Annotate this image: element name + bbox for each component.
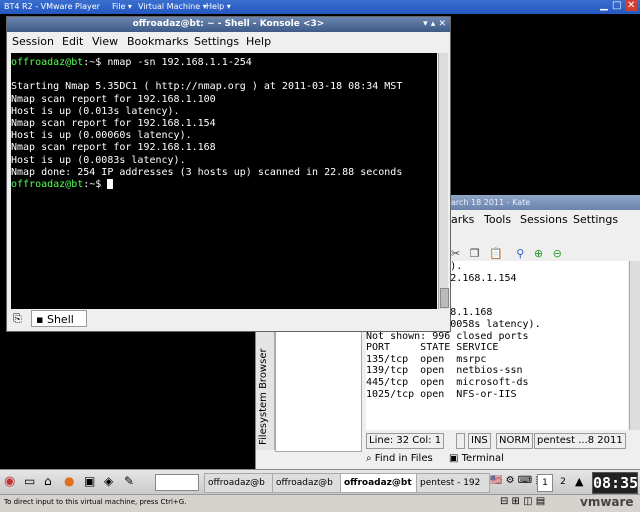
vmware-title: BT4 R2 - VMware Player xyxy=(4,2,100,11)
menu-help[interactable]: Help xyxy=(246,35,271,48)
pager-desktop-2[interactable]: 2 xyxy=(556,474,570,490)
konsole-scrollbar[interactable] xyxy=(438,53,449,309)
terminal-icon: ▣ xyxy=(449,453,459,464)
terminal-line: Nmap done: 254 IP addresses (3 hosts up)… xyxy=(11,166,403,178)
editor-line: Not shown: 996 closed ports xyxy=(366,330,529,342)
taskbar: ◉ ▭ ⌂ ● ▣ ◈ ✎ offroadaz@b offroadaz@b of… xyxy=(0,469,640,495)
input-mode: NORM xyxy=(496,433,533,449)
insert-mode: INS xyxy=(468,433,491,449)
scroll-thumb[interactable] xyxy=(440,288,449,308)
task-konsole-2[interactable]: offroadaz@b xyxy=(272,473,342,493)
menu-edit[interactable]: Edit xyxy=(62,35,83,48)
vmware-statusbar: To direct input to this virtual machine,… xyxy=(0,494,640,512)
menu-virtual-machine[interactable]: Virtual Machine ▾ xyxy=(138,2,207,11)
editor-line: PORT STATE SERVICE xyxy=(366,342,499,354)
paste-icon[interactable]: 📋 xyxy=(489,247,503,260)
menu-view[interactable]: View xyxy=(92,35,118,48)
search-icon[interactable]: ⚲ xyxy=(516,247,524,260)
tab-terminal-label: Terminal xyxy=(461,453,504,464)
firefox-icon[interactable]: ● xyxy=(64,474,74,488)
terminal-line: Nmap scan report for 192.168.1.100 xyxy=(11,93,216,105)
prompt-suffix: :~$ xyxy=(83,178,108,190)
input-hint: To direct input to this virtual machine,… xyxy=(4,498,187,506)
konsole-tabbar: ⎘ ▪ Shell xyxy=(11,310,447,328)
clock[interactable]: 08:35 xyxy=(592,472,638,494)
terminal-icon: ▪ xyxy=(36,313,44,326)
command: :~$ nmap -sn 192.168.1.1-254 xyxy=(83,57,252,68)
window-controls[interactable]: ▾ ▴ ✕ xyxy=(423,17,446,32)
cursor-position: Line: 32 Col: 1 xyxy=(366,433,445,449)
terminal-line: offroadaz@bt:~$ nmap -sn 192.168.1.1-254 xyxy=(11,57,437,69)
kde-menu-icon[interactable]: ◉ xyxy=(4,474,15,489)
kate-scrollbar[interactable] xyxy=(629,261,640,430)
tab-shell[interactable]: ▪ Shell xyxy=(31,310,87,327)
cut-icon[interactable]: ✂ xyxy=(451,247,460,260)
konsole-titlebar: offroadaz@bt: ~ - Shell - Konsole <3> ▾ … xyxy=(7,17,450,32)
status-spacer xyxy=(456,433,466,449)
task-konsole-active[interactable]: offroadaz@bt xyxy=(340,473,418,493)
filesystem-browser-tab[interactable]: Filesystem Browser xyxy=(256,330,275,450)
tab-find-in-files[interactable]: ⌕ Find in Files xyxy=(366,453,433,464)
taskbar-input[interactable] xyxy=(155,474,199,491)
konsole-window: offroadaz@bt: ~ - Shell - Konsole <3> ▾ … xyxy=(6,16,451,332)
maximize-button[interactable]: □ xyxy=(612,0,621,11)
tab-find-label: Find in Files xyxy=(374,453,433,464)
cursor xyxy=(107,178,114,189)
filesystem-browser-label: Filesystem Browser xyxy=(258,348,269,445)
pager-desktop-1[interactable]: 1 xyxy=(537,474,553,492)
close-button[interactable]: ✕ xyxy=(625,0,638,11)
terminal-line: Host is up (0.0083s latency). xyxy=(11,154,186,166)
menu-bookmarks[interactable]: Bookmarks xyxy=(127,35,188,48)
editor-line: 139/tcp open netbios-ssn xyxy=(366,365,523,377)
kate-menu-tools[interactable]: Tools xyxy=(484,213,511,226)
kate-toolbar: ✂ ❐ 📋 ⚲ ⊕ ⊖ xyxy=(451,247,636,261)
prompt-user: offroadaz@bt xyxy=(11,57,84,68)
kate-statusbar: Line: 32 Col: 1 INS NORM pentest ...8 20… xyxy=(364,433,640,449)
editor-line: 445/tcp open microsoft-ds xyxy=(366,376,529,388)
terminal-line: Nmap scan report for 192.168.1.154 xyxy=(11,117,216,129)
kate-launcher-icon[interactable]: ✎ xyxy=(124,474,134,488)
editor-line: 135/tcp open msrpc xyxy=(366,353,487,365)
terminal-line: Host is up (0.013s latency). xyxy=(11,105,180,117)
tab-shell-label: Shell xyxy=(46,313,74,326)
kate-menu-settings[interactable]: Settings xyxy=(573,213,618,226)
tab-terminal[interactable]: ▣ Terminal xyxy=(449,453,504,464)
zoom-in-icon[interactable]: ⊕ xyxy=(534,247,543,260)
prompt-user: offroadaz@bt xyxy=(11,178,84,190)
kate-bottom-tabs: ⌕ Find in Files ▣ Terminal xyxy=(364,452,640,468)
menu-file[interactable]: File ▾ xyxy=(112,2,132,11)
menu-help[interactable]: Help ▾ xyxy=(206,2,231,11)
kate-menu-bookmarks[interactable]: arks xyxy=(451,213,474,226)
menu-session[interactable]: Session xyxy=(12,35,54,48)
notifications-icon[interactable]: ▲ xyxy=(575,475,583,488)
new-tab-icon[interactable]: ⎘ xyxy=(13,312,22,326)
home-icon[interactable]: ⌂ xyxy=(44,474,52,488)
terminal-launcher-icon[interactable]: ▣ xyxy=(84,474,95,488)
filesystem-browser-panel xyxy=(275,330,362,452)
device-icons[interactable]: ⊟ ⊞ ◫ ▤ xyxy=(500,496,545,507)
editor-line: 1025/tcp open NFS-or-IIS xyxy=(366,388,517,400)
terminal-line: offroadaz@bt:~$ xyxy=(11,178,437,191)
terminal-line: Starting Nmap 5.35DC1 ( http://nmap.org … xyxy=(11,81,403,93)
menu-settings[interactable]: Settings xyxy=(194,35,239,48)
desktop-icon[interactable]: ▭ xyxy=(24,474,35,488)
zoom-out-icon[interactable]: ⊖ xyxy=(553,247,562,260)
terminal-line: Host is up (0.00060s latency). xyxy=(11,130,192,142)
task-kate[interactable]: pentest - 192 xyxy=(416,473,490,493)
konsole-menubar: Session Edit View Bookmarks Settings Hel… xyxy=(7,32,450,52)
kate-menu-sessions[interactable]: Sessions xyxy=(520,213,568,226)
konsole-title: offroadaz@bt: ~ - Shell - Konsole <3> xyxy=(132,19,325,29)
vmware-titlebar: BT4 R2 - VMware Player File ▾ Virtual Ma… xyxy=(0,0,640,14)
find-icon: ⌕ xyxy=(366,453,372,464)
minimize-button[interactable]: ▁ xyxy=(600,0,608,11)
terminal-output[interactable]: offroadaz@bt:~$ nmap -sn 192.168.1.1-254… xyxy=(11,53,437,309)
vmware-logo: vmware xyxy=(580,495,634,509)
copy-icon[interactable]: ❐ xyxy=(470,247,480,260)
dolphin-icon[interactable]: ◈ xyxy=(104,474,113,488)
terminal-line: Nmap scan report for 192.168.1.168 xyxy=(11,142,216,154)
document-name: pentest ...8 2011 xyxy=(534,433,626,449)
task-konsole-1[interactable]: offroadaz@b xyxy=(204,473,274,493)
